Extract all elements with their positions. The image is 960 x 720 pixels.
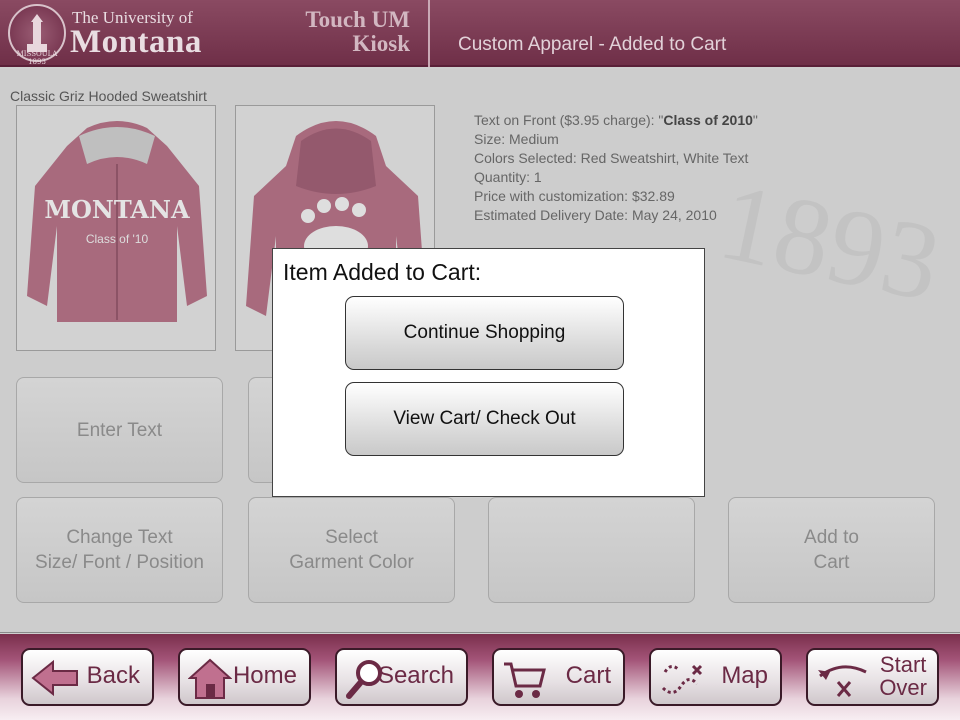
empty-option-button[interactable] bbox=[488, 497, 695, 603]
home-label: Home bbox=[232, 662, 297, 689]
detail-text-front: Text on Front ($3.95 charge): "Class of … bbox=[474, 112, 758, 128]
map-button[interactable]: Map bbox=[649, 648, 782, 706]
detail-delivery: Estimated Delivery Date: May 24, 2010 bbox=[474, 207, 717, 223]
hoodie-print-text: MONTANA bbox=[44, 195, 190, 224]
enter-text-button[interactable]: Enter Text bbox=[16, 377, 223, 483]
select-garment-color-button[interactable]: Select Garment Color bbox=[248, 497, 455, 603]
front-text-preview: Class of '10 bbox=[85, 232, 149, 246]
change-text-button[interactable]: Change Text Size/ Font / Position bbox=[16, 497, 223, 603]
customization-details: Text on Front ($3.95 charge): "Class of … bbox=[474, 111, 758, 225]
detail-text-front-value: Class of 2010 bbox=[663, 112, 753, 128]
bottom-navigation: Back Home Search Cart Map Start Over bbox=[0, 634, 960, 720]
cart-icon bbox=[504, 662, 546, 698]
kiosk-title-line2: Kiosk bbox=[352, 31, 410, 56]
back-arrow-icon bbox=[31, 659, 78, 697]
continue-shopping-button[interactable]: Continue Shopping bbox=[345, 296, 624, 370]
back-button[interactable]: Back bbox=[21, 648, 154, 706]
cart-label: Cart bbox=[565, 662, 611, 689]
start-over-label: Start Over bbox=[879, 652, 927, 700]
seal-text: MISSOULA 1893 bbox=[16, 50, 58, 66]
detail-size: Size: Medium bbox=[474, 131, 559, 147]
search-button[interactable]: Search bbox=[335, 648, 468, 706]
cart-button[interactable]: Cart bbox=[492, 648, 625, 706]
detail-price: Price with customization: $32.89 bbox=[474, 188, 675, 204]
header-bar: MISSOULA 1893 The University of Montana … bbox=[0, 0, 960, 67]
back-label: Back bbox=[86, 662, 140, 689]
map-label: Map bbox=[721, 662, 768, 689]
home-icon bbox=[188, 658, 232, 699]
tower-icon bbox=[27, 14, 47, 52]
home-button[interactable]: Home bbox=[178, 648, 311, 706]
map-route-icon bbox=[661, 664, 703, 694]
add-to-cart-button[interactable]: Add to Cart bbox=[728, 497, 935, 603]
kiosk-title-line1: Touch UM bbox=[305, 7, 410, 32]
search-label: Search bbox=[377, 662, 454, 689]
dialog-title: Item Added to Cart: bbox=[283, 259, 482, 285]
montana-wordmark: Montana bbox=[70, 24, 202, 60]
detail-quantity: Quantity: 1 bbox=[474, 169, 542, 185]
hoodie-front-image: MONTANA Class of '10 bbox=[16, 105, 216, 351]
view-cart-checkout-button[interactable]: View Cart/ Check Out bbox=[345, 382, 624, 456]
header-divider bbox=[428, 0, 430, 67]
start-over-button[interactable]: Start Over bbox=[806, 648, 939, 706]
added-to-cart-dialog: Item Added to Cart: Continue Shopping Vi… bbox=[272, 248, 705, 497]
hoodie-front-illustration: MONTANA bbox=[27, 121, 207, 322]
page-heading: Custom Apparel - Added to Cart bbox=[458, 34, 727, 55]
detail-colors: Colors Selected: Red Sweatshirt, White T… bbox=[474, 150, 749, 166]
start-over-icon bbox=[818, 665, 867, 697]
university-seal-logo: MISSOULA 1893 bbox=[8, 4, 66, 66]
product-title: Classic Griz Hooded Sweatshirt bbox=[10, 88, 207, 104]
